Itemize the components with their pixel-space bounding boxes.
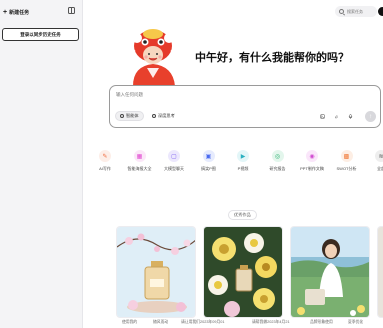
chat-input[interactable] [116,92,316,97]
quick-action-label: SWOT分析 [336,166,357,171]
quick-action-label: 智能海报大全 [127,166,152,171]
quick-action-2[interactable]: ▢ 大模型聊天 [161,150,187,172]
sidebar-toggle-icon[interactable] [68,7,75,14]
quick-action-0[interactable]: ✎ AI写作 [92,150,118,172]
search-icon [339,9,344,14]
showcase-card-perfume[interactable] [116,226,196,318]
attachment-icon[interactable] [334,114,339,119]
microphone-icon[interactable] [348,114,353,119]
quick-action-label: 研究报告 [269,166,286,171]
caption-4-right: 夏季优化 [348,320,364,324]
flowers-image [204,227,282,317]
chat-icon: ▢ [168,150,180,162]
greeting-heading: 中午好，有什么我能帮你的吗？ [195,52,349,64]
caption-1-left: 使用我的 [122,320,138,324]
quick-action-3[interactable]: ▣ 搞笑P图 [196,150,222,172]
agent-icon [120,114,124,118]
deep-think-label: 深度思考 [158,113,175,118]
login-sync-button[interactable]: 登录以同步历史任务 [2,28,79,41]
quick-action-label: 全部 [377,166,383,171]
arrow-up-icon: ↑ [369,113,372,120]
quick-action-8[interactable]: ≋ 全部 [368,150,383,172]
new-task-label: 新建任务 [9,10,30,16]
send-button[interactable]: ↑ [365,111,376,122]
grid-icon: ▦ [133,150,146,162]
report-icon: ◎ [271,150,284,162]
showcase-card-partial[interactable] [377,226,383,318]
portrait-image [291,227,369,317]
quick-action-7[interactable]: ▩ SWOT分析 [334,150,360,172]
plus-icon: + [3,9,8,16]
swot-icon: ▩ [340,150,353,162]
showcase-title: 优秀作品 [228,210,257,220]
quick-action-1[interactable]: ▦ 智能海报大全 [127,150,153,172]
quick-action-4[interactable]: ▶ P视频 [230,150,256,172]
quick-action-5[interactable]: ◎ 研究报告 [265,150,291,172]
video-icon: ▶ [237,150,249,162]
agent-mode-button[interactable]: 智能体 [115,111,144,121]
quick-action-label: PPT制作文稿 [300,166,324,171]
image-upload-icon[interactable] [320,114,325,119]
new-task-button[interactable]: + 新建任务 [3,6,29,19]
quick-action-label: 大模型聊天 [164,166,184,171]
layers-icon: ≋ [375,150,383,162]
perfume-image [117,227,195,317]
image-icon: ▣ [202,150,215,162]
pen-icon: ✎ [99,150,111,162]
deep-think-button[interactable]: 深度思考 [148,111,179,121]
sidebar: + 新建任务 登录以同步历史任务 [0,0,83,328]
ppt-icon: ◉ [306,150,318,162]
search-input[interactable] [347,9,377,14]
agent-mode-label: 智能体 [126,113,139,118]
search-bar[interactable] [335,6,377,17]
caption-4-left: 品牌形象使用 [310,320,333,324]
showcase-card-flowers[interactable] [203,226,283,318]
caption-2: 请让用我们2023年09月01 [181,320,225,324]
chat-input-panel: 智能体 深度思考 ↑ [109,85,381,128]
caption-3: 请帮我做2023年4月21 [252,320,290,324]
caption-1-right: 随风而动 [153,320,169,324]
quick-action-label: AI写作 [99,166,111,171]
quick-action-label: 搞笑P图 [201,166,216,171]
bulb-icon [152,114,156,118]
lion-dance-mascot [131,29,175,86]
avatar[interactable] [378,7,383,16]
quick-action-label: P视频 [237,166,249,171]
partial-image [378,227,383,317]
quick-action-6[interactable]: ◉ PPT制作文稿 [299,150,325,172]
showcase-card-portrait[interactable] [290,226,370,318]
